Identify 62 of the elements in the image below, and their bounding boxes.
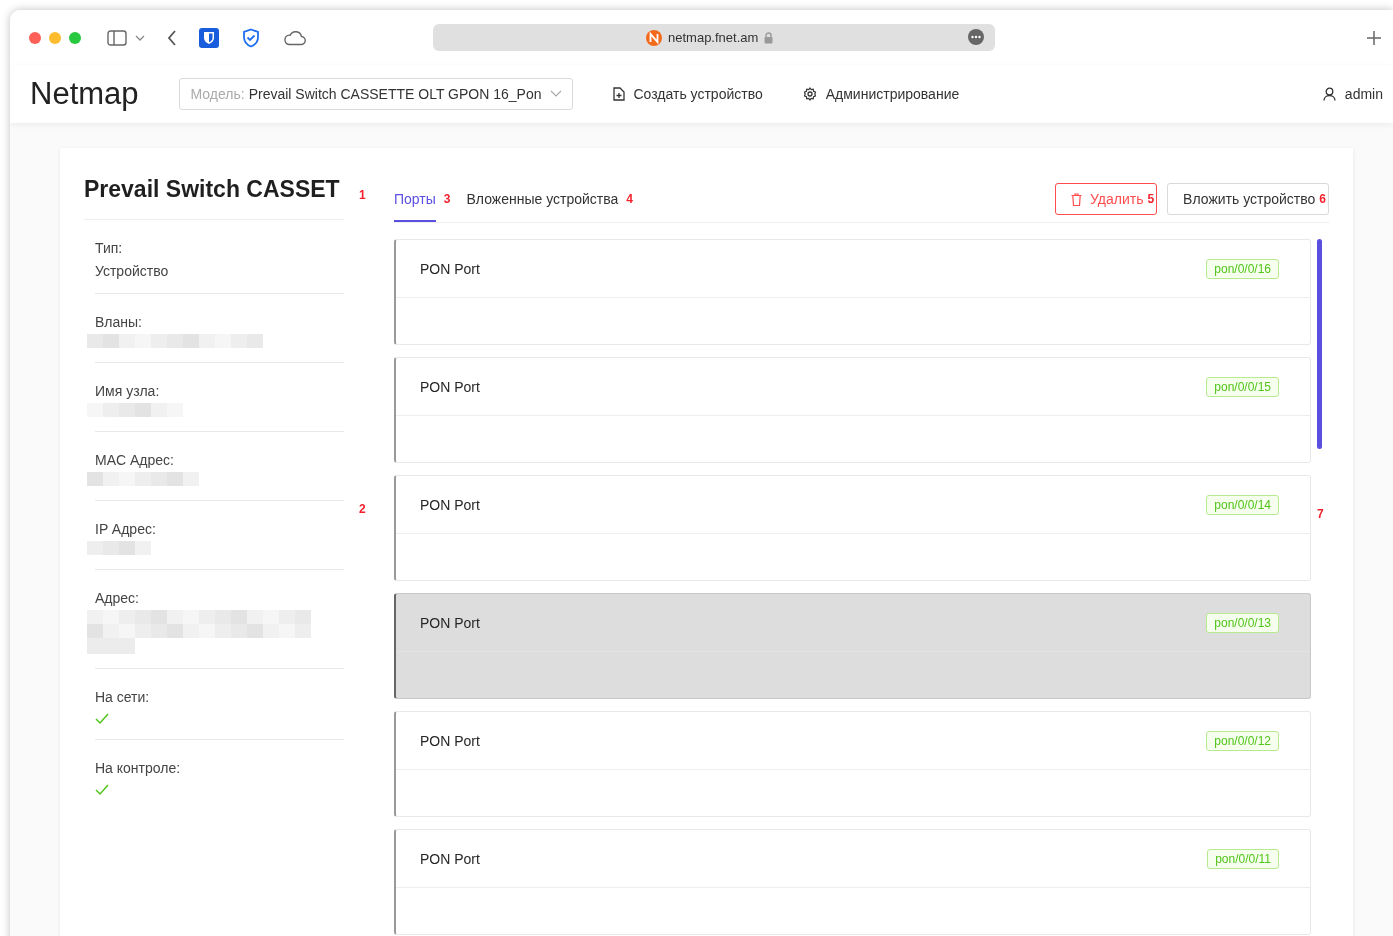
- annotation-marker: 2: [359, 502, 366, 516]
- port-tag: pon/0/0/11: [1207, 848, 1279, 869]
- shield-icon[interactable]: [199, 27, 219, 48]
- port-tag: pon/0/0/14: [1206, 494, 1279, 515]
- trash-icon: [1070, 192, 1082, 206]
- annotation-marker: 3: [443, 192, 451, 206]
- address-bar[interactable]: netmap.fnet.am: [433, 24, 995, 51]
- port-name: PON Port: [420, 850, 480, 867]
- port-name: PON Port: [420, 496, 480, 513]
- back-icon[interactable]: [167, 29, 177, 46]
- model-select[interactable]: Модель: Prevail Switch CASSETTE OLT GPON 16_Pon: [178, 78, 573, 110]
- annotation-marker: 4: [626, 192, 633, 206]
- app-logo[interactable]: Netmap: [30, 76, 139, 112]
- port-card[interactable]: PON Port pon/0/0/15: [394, 357, 1311, 463]
- gear-icon: [802, 87, 817, 101]
- more-icon[interactable]: [968, 29, 984, 45]
- field-value: Устройство: [95, 263, 169, 279]
- attach-device-button[interactable]: Вложить устройство 6: [1167, 183, 1329, 215]
- port-tag: pon/0/0/16: [1206, 258, 1279, 279]
- port-name: PON Port: [420, 260, 480, 277]
- port-card[interactable]: PON Port pon/0/0/16: [394, 239, 1311, 345]
- field-label: На сети:: [95, 689, 150, 705]
- file-plus-icon: [612, 87, 625, 101]
- port-tag: pon/0/0/13: [1206, 612, 1279, 633]
- port-tag: pon/0/0/12: [1206, 730, 1279, 751]
- field-label: На контроле:: [95, 760, 181, 776]
- nav-link[interactable]: Создать устройство: [612, 86, 763, 102]
- annotation-marker: 7: [1317, 507, 1324, 521]
- blurred-value: [87, 541, 151, 555]
- port-tag: pon/0/0/15: [1206, 376, 1279, 397]
- field-label: Имя узла:: [95, 383, 160, 399]
- new-tab-icon[interactable]: [1367, 30, 1381, 45]
- scrollbar[interactable]: [1317, 239, 1322, 449]
- annotation-marker: 1: [359, 188, 366, 202]
- port-card[interactable]: PON Port pon/0/0/14: [394, 475, 1311, 581]
- site-logo-icon: [646, 29, 662, 46]
- field-label: Вланы:: [95, 314, 142, 330]
- tab[interactable]: Порты: [394, 176, 436, 222]
- shield-check-icon[interactable]: [241, 27, 261, 48]
- cloud-icon[interactable]: [283, 29, 307, 46]
- port-name: PON Port: [420, 378, 480, 395]
- field-label: Тип:: [95, 240, 123, 256]
- close-window-button[interactable]: [29, 31, 41, 44]
- field-label: Адрес:: [95, 590, 139, 606]
- chevron-down-icon[interactable]: [135, 34, 145, 41]
- lock-icon: [764, 31, 774, 44]
- port-name: PON Port: [420, 732, 480, 749]
- tab[interactable]: Вложенные устройства: [466, 176, 619, 222]
- device-title: Prevail Switch CASSET: [84, 172, 344, 220]
- field-label: IP Адрес:: [95, 521, 156, 537]
- chevron-down-icon: [549, 90, 562, 98]
- port-card[interactable]: PON Port pon/0/0/11: [394, 829, 1311, 935]
- sidebar-icon[interactable]: [107, 29, 127, 46]
- field-label: MAC Адрес:: [95, 452, 174, 468]
- user-icon: [1322, 87, 1336, 101]
- user-menu[interactable]: admin: [1322, 86, 1383, 102]
- nav-link[interactable]: Администрирование: [802, 86, 960, 102]
- port-name: PON Port: [420, 614, 480, 631]
- delete-button[interactable]: Удалить 5: [1054, 183, 1158, 215]
- port-card[interactable]: PON Port pon/0/0/13: [394, 593, 1311, 699]
- url-text: netmap.fnet.am: [668, 30, 759, 45]
- port-card[interactable]: PON Port pon/0/0/12: [394, 711, 1311, 817]
